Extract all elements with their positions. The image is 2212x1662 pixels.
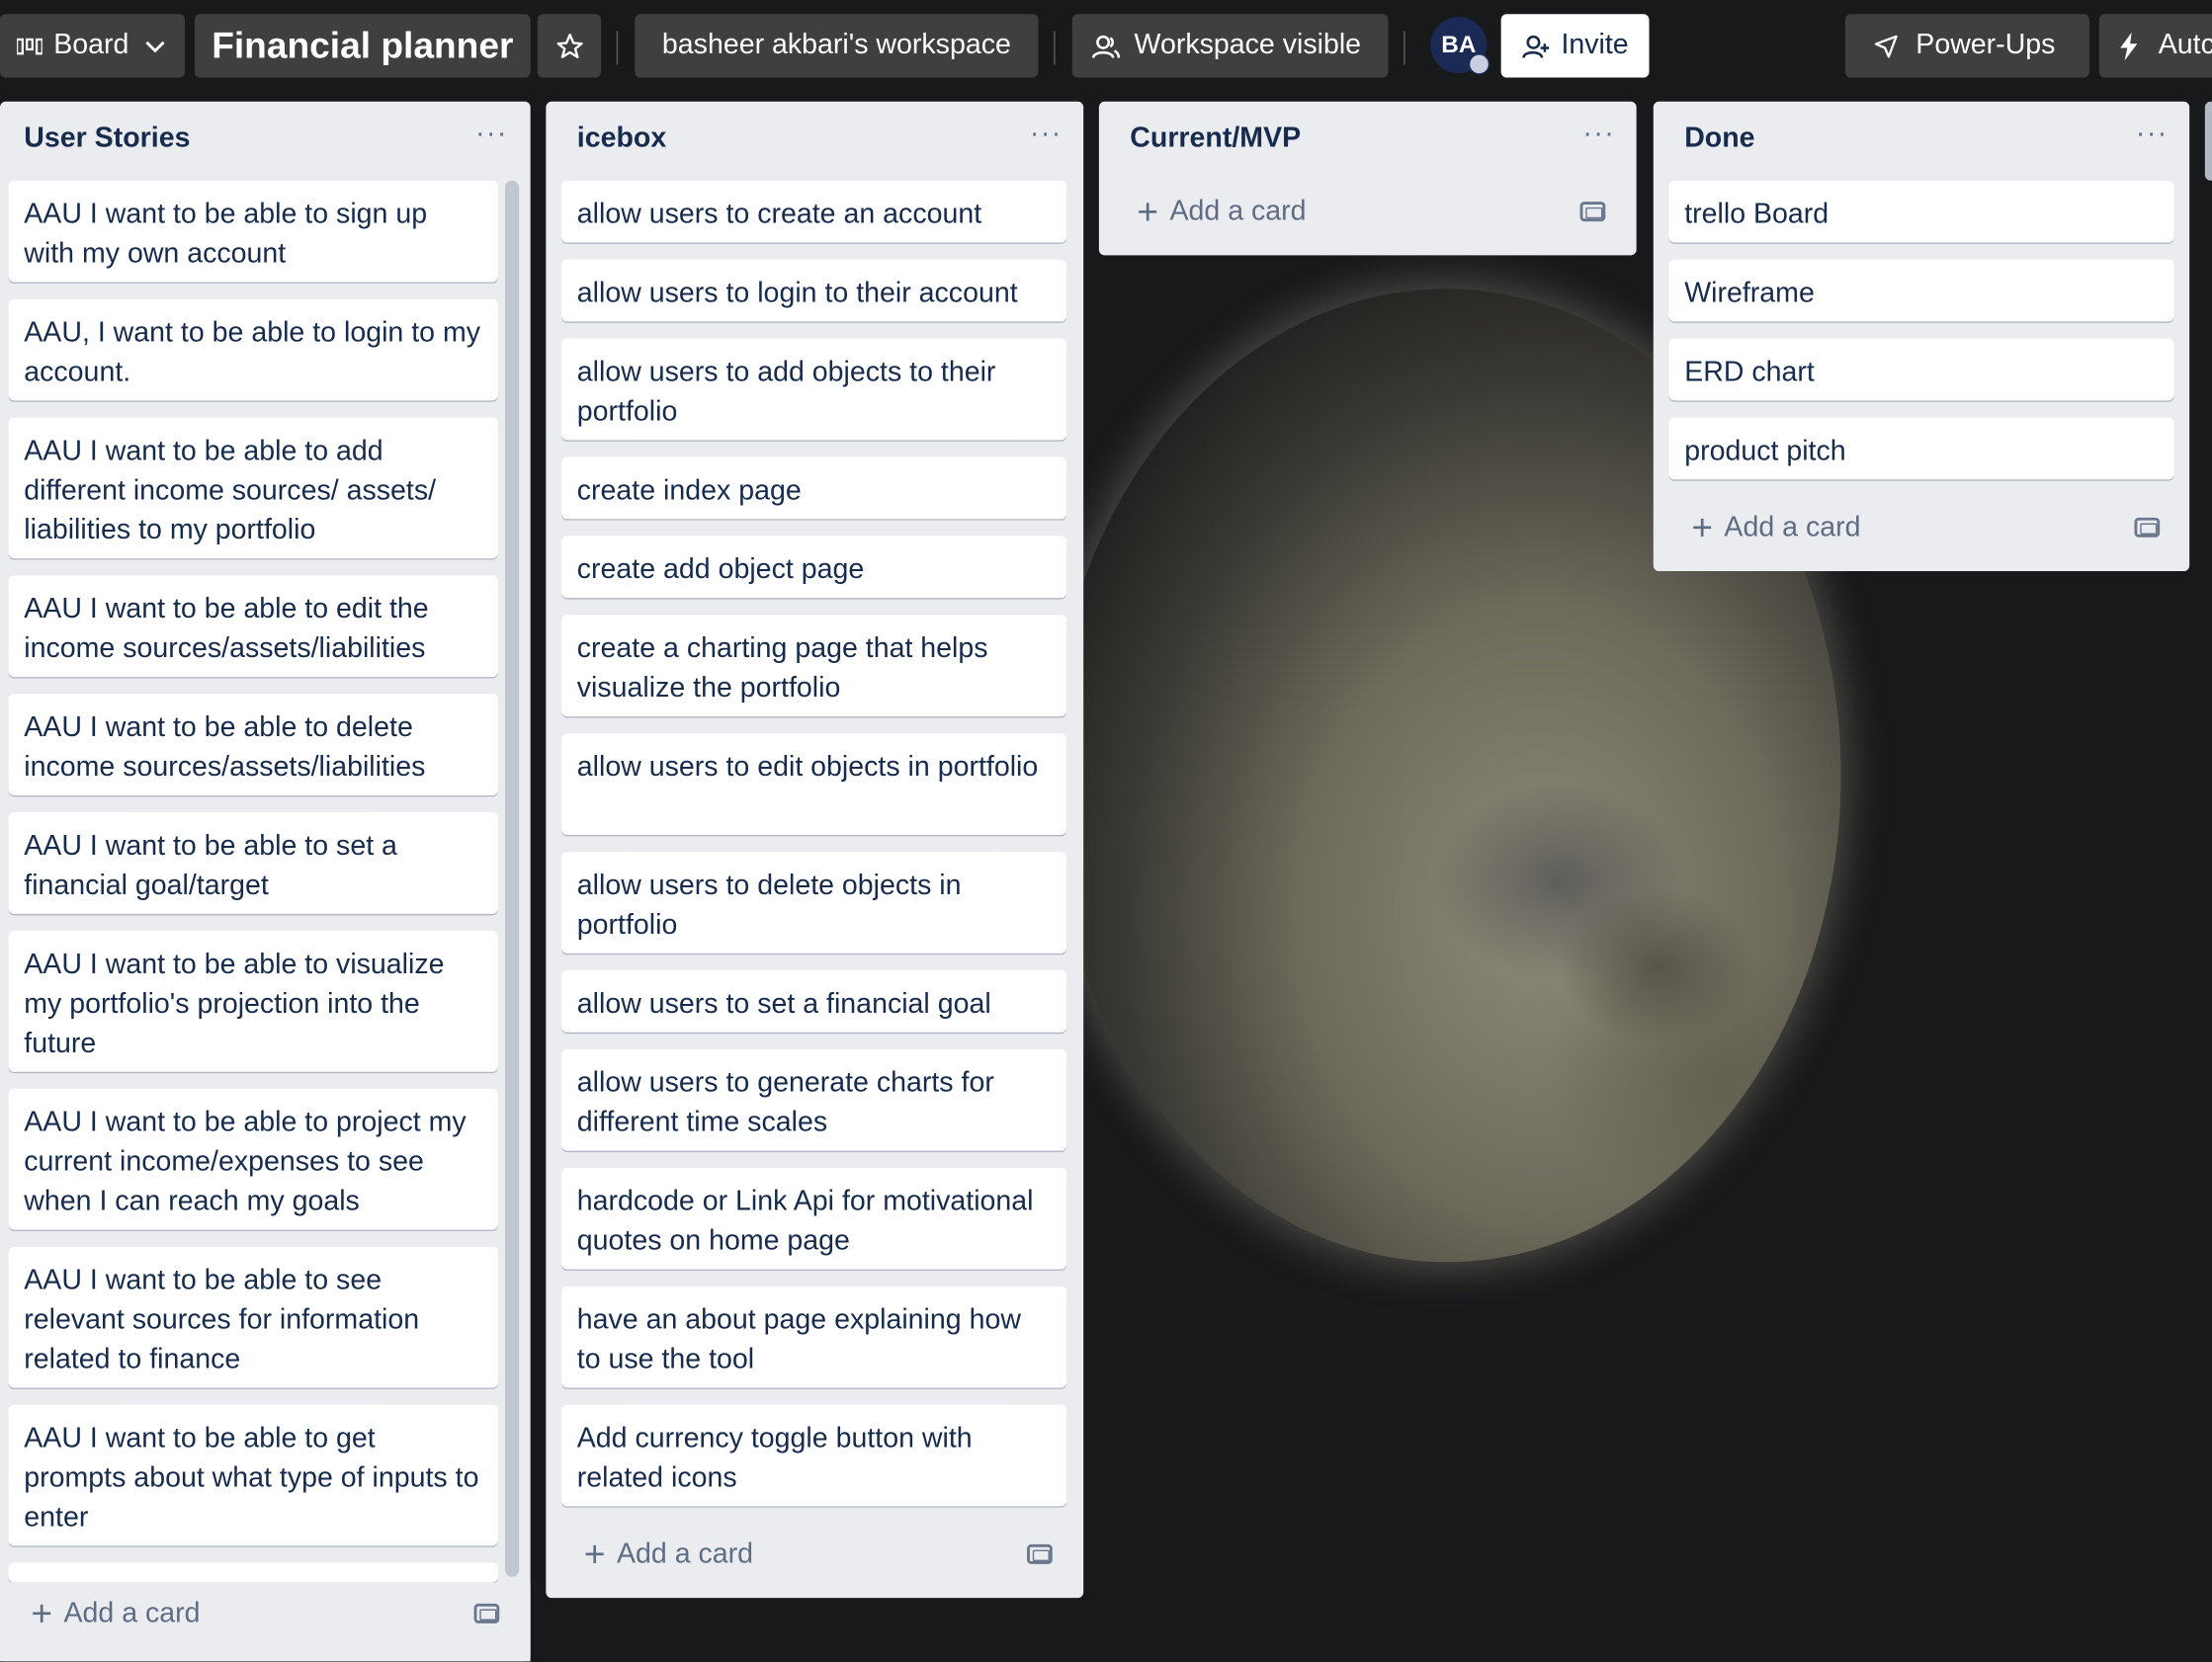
star-icon bbox=[555, 33, 582, 58]
list-card[interactable]: hardcode or Link Api for motivational qu… bbox=[561, 1167, 1067, 1270]
plus-icon: + bbox=[1691, 506, 1714, 549]
lightning-icon bbox=[2120, 32, 2138, 60]
more-icon[interactable]: ··· bbox=[1582, 119, 1615, 151]
more-icon[interactable]: ··· bbox=[1030, 119, 1063, 151]
list-card[interactable]: create add object page bbox=[561, 536, 1067, 599]
workspace-button[interactable]: basheer akbari's workspace bbox=[635, 14, 1039, 78]
list-next-partial bbox=[2204, 101, 2212, 181]
header-divider bbox=[616, 31, 619, 65]
list-card[interactable]: allow users to add objects to their port… bbox=[561, 338, 1067, 441]
header-divider bbox=[1054, 31, 1056, 65]
list-card[interactable]: have an about page explaining how to use… bbox=[561, 1286, 1067, 1388]
plus-icon: + bbox=[583, 1533, 606, 1576]
list-card[interactable]: AAU I want to be able to sign up with my… bbox=[8, 180, 498, 283]
list-done bbox=[1653, 101, 2190, 572]
add-card-button[interactable]: + Add a card bbox=[31, 1595, 200, 1631]
list-card[interactable]: AAU, I want to be able to login to my ac… bbox=[8, 298, 498, 401]
card-template-icon[interactable] bbox=[2134, 517, 2161, 538]
powerups-label: Power-Ups bbox=[1915, 29, 2056, 61]
list-card[interactable]: AAU I want to be able to add different i… bbox=[8, 417, 498, 559]
automation-label: Autc bbox=[2158, 29, 2212, 61]
list-card[interactable]: allow users to delete objects in portfol… bbox=[561, 852, 1067, 954]
list-card[interactable]: ERD chart bbox=[1668, 338, 2174, 401]
rocket-icon bbox=[1874, 34, 1898, 57]
card-template-icon[interactable] bbox=[473, 1603, 500, 1623]
board-title[interactable]: Financial planner bbox=[194, 14, 531, 78]
list-card[interactable]: AAU I want to be able to get prompts abo… bbox=[8, 1404, 498, 1546]
card-template-icon[interactable] bbox=[1579, 202, 1606, 222]
list-title[interactable]: Current/MVP bbox=[1130, 123, 1301, 155]
visibility-button[interactable]: Workspace visible bbox=[1071, 14, 1389, 78]
admin-badge-icon bbox=[1468, 53, 1490, 75]
list-card[interactable]: allow users to set a financial goal bbox=[561, 969, 1067, 1033]
list-card[interactable]: create a charting page that helps visual… bbox=[561, 615, 1067, 717]
workspace-name: basheer akbari's workspace bbox=[661, 29, 1011, 61]
add-card-button[interactable]: + Add a card bbox=[1691, 509, 1860, 545]
list-card[interactable]: allow users to create an account bbox=[561, 180, 1067, 243]
invite-button[interactable]: Invite bbox=[1500, 14, 1650, 78]
list-card[interactable]: Wireframe bbox=[1668, 259, 2174, 322]
list-scrollbar[interactable] bbox=[504, 180, 520, 1577]
avatar[interactable]: BA bbox=[1430, 17, 1490, 75]
list-card-partial[interactable] bbox=[8, 1562, 498, 1583]
list-card[interactable]: AAU I want to be able to set a financial… bbox=[8, 812, 498, 914]
automation-button[interactable]: Autc bbox=[2098, 14, 2212, 78]
board-view-icon bbox=[17, 38, 43, 54]
board-view-switcher[interactable]: Board bbox=[0, 14, 185, 78]
list-card[interactable]: trello Board bbox=[1668, 180, 2174, 243]
card-template-icon[interactable] bbox=[1027, 1543, 1053, 1564]
list-card[interactable]: Add currency toggle button with related … bbox=[561, 1404, 1067, 1507]
list-title[interactable]: User Stories bbox=[24, 123, 190, 155]
add-card-button[interactable]: + Add a card bbox=[1137, 194, 1306, 230]
add-card-button[interactable]: + Add a card bbox=[584, 1536, 753, 1572]
list-title[interactable]: icebox bbox=[577, 123, 666, 155]
list-title[interactable]: Done bbox=[1684, 123, 1754, 155]
plus-icon: + bbox=[1137, 190, 1159, 233]
board-header: Board Financial planner basheer akbari's… bbox=[0, 0, 2212, 90]
list-card[interactable]: AAU I want to be able to edit the income… bbox=[8, 575, 498, 678]
list-card[interactable]: allow users to edit objects in portfolio bbox=[561, 733, 1067, 835]
more-icon[interactable]: ··· bbox=[475, 119, 508, 151]
list-card[interactable]: AAU I want to be able to see relevant so… bbox=[8, 1246, 498, 1388]
chevron-down-icon bbox=[145, 41, 166, 52]
invite-label: Invite bbox=[1561, 29, 1629, 61]
list-card[interactable]: allow users to generate charts for diffe… bbox=[561, 1048, 1067, 1151]
list-card[interactable]: AAU I want to be able to visualize my po… bbox=[8, 931, 498, 1072]
list-card[interactable]: product pitch bbox=[1668, 417, 2174, 480]
more-icon[interactable]: ··· bbox=[2136, 119, 2169, 151]
avatar-initials: BA bbox=[1441, 31, 1477, 58]
list-card[interactable]: AAU I want to be able to project my curr… bbox=[8, 1088, 498, 1230]
list-card[interactable]: AAU I want to be able to delete income s… bbox=[8, 694, 498, 795]
star-button[interactable] bbox=[537, 14, 602, 78]
visibility-label: Workspace visible bbox=[1134, 29, 1362, 61]
list-card[interactable]: allow users to login to their account bbox=[561, 259, 1067, 322]
board-view-label: Board bbox=[53, 29, 129, 61]
list-card[interactable]: create index page bbox=[561, 457, 1067, 520]
plus-icon: + bbox=[31, 1592, 53, 1635]
people-icon bbox=[1091, 35, 1121, 58]
board-title-text: Financial planner bbox=[212, 24, 514, 67]
powerups-button[interactable]: Power-Ups bbox=[1844, 14, 2089, 78]
add-person-icon bbox=[1521, 35, 1549, 58]
